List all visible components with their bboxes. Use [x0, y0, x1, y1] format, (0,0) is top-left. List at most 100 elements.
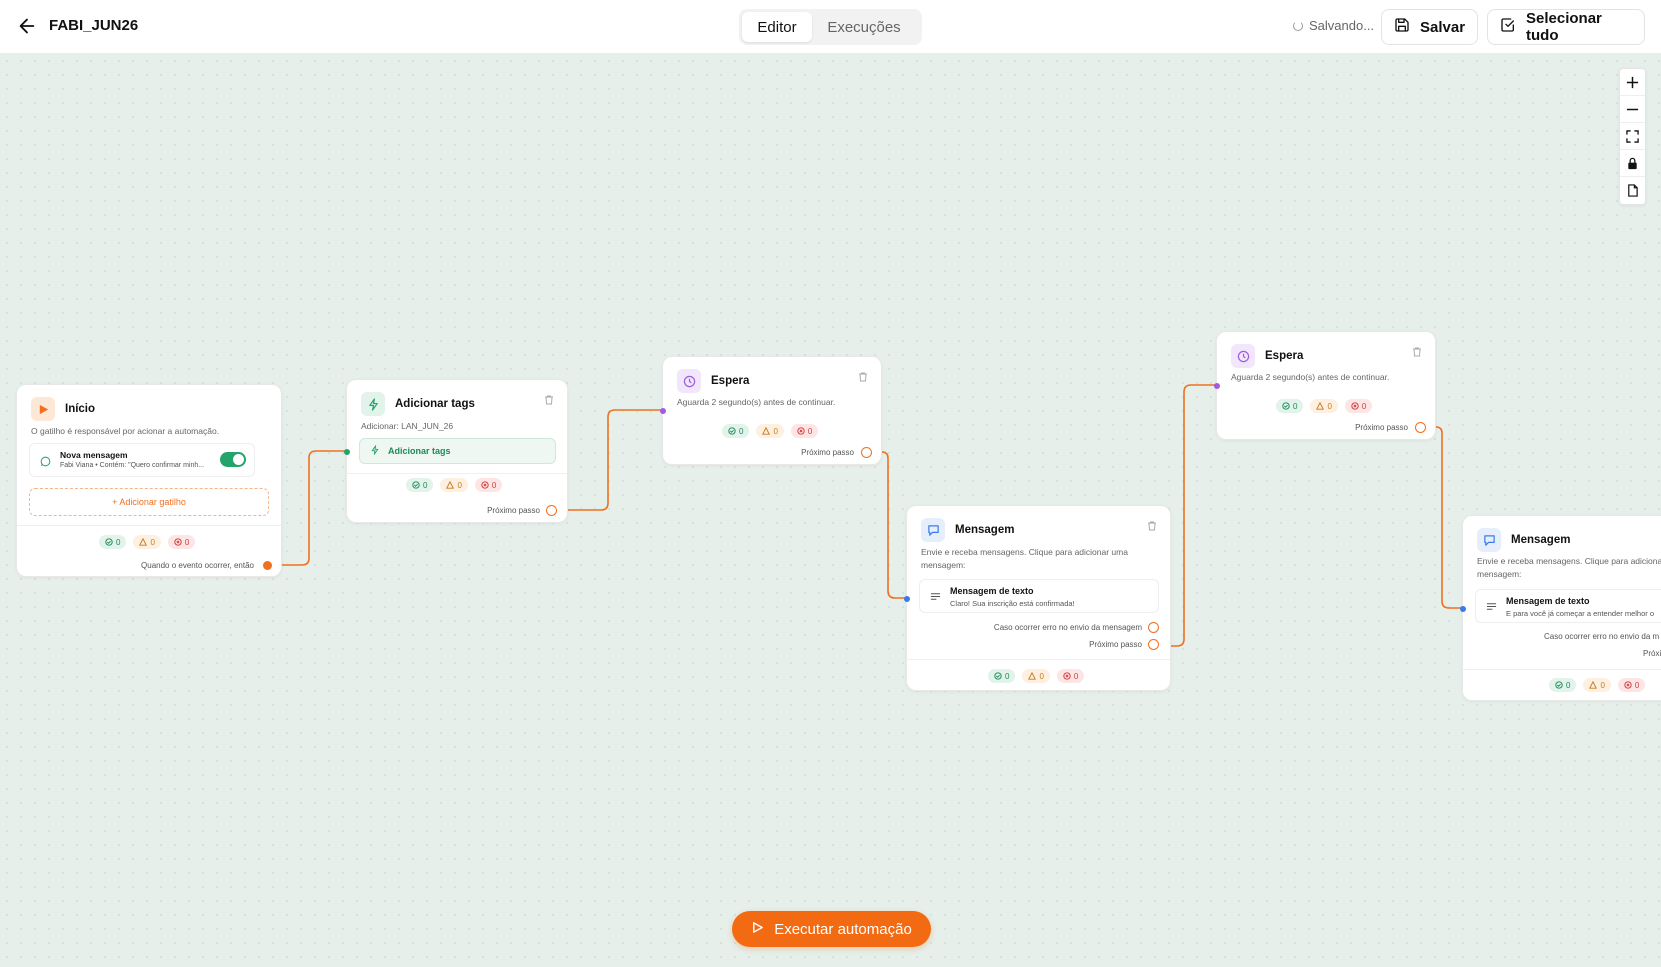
trash-icon[interactable] — [543, 393, 555, 405]
zoom-in-icon[interactable] — [1620, 69, 1645, 96]
divider — [1463, 669, 1661, 670]
input-handle[interactable] — [344, 449, 350, 455]
node-wait-header: Espera — [677, 369, 749, 393]
node-description: Aguarda 2 segundo(s) antes de continuar. — [1231, 372, 1390, 382]
node-message-header: Mensagem — [921, 518, 1014, 542]
next-step-label: Próximo passo — [487, 506, 540, 515]
output-handle[interactable] — [263, 561, 272, 570]
node-description: O gatilho é responsável por acionar a au… — [31, 426, 220, 436]
error-stat: 0 — [1617, 678, 1646, 692]
node-description: Aguarda 2 segundo(s) antes de continuar. — [677, 397, 836, 407]
back-arrow-icon[interactable] — [16, 15, 38, 37]
trigger-item[interactable]: Nova mensagem Fabi Viana • Contém: "Quer… — [29, 443, 255, 477]
node-wait-header: Espera — [1231, 344, 1303, 368]
node-tags-header: Adicionar tags — [361, 392, 475, 416]
node-stats: 0 0 0 — [99, 535, 196, 549]
tab-editor[interactable]: Editor — [742, 12, 812, 42]
clock-icon — [677, 369, 701, 393]
node-wait-2[interactable]: Espera Aguarda 2 segundo(s) antes de con… — [1214, 331, 1436, 440]
node-title: Mensagem — [1511, 534, 1571, 546]
view-tabs: Editor Execuções — [739, 9, 922, 45]
trash-icon[interactable] — [857, 370, 869, 382]
tab-executions[interactable]: Execuções — [812, 12, 916, 42]
warning-stat: 0 — [1310, 399, 1338, 413]
output-handle[interactable] — [1148, 639, 1159, 650]
zoom-controls — [1619, 68, 1646, 205]
zoom-out-icon[interactable] — [1620, 96, 1645, 123]
next-step-label: Próximo passo — [1089, 640, 1142, 649]
fit-view-icon[interactable] — [1620, 123, 1645, 150]
node-description: Adicionar: LAN_JUN_26 — [361, 421, 454, 431]
node-stats: 0 0 0 — [988, 669, 1085, 683]
text-lines-icon — [1486, 603, 1497, 610]
trigger-title: Nova mensagem — [60, 450, 128, 460]
next-step-label: Quando o evento ocorrer, então — [141, 561, 254, 570]
run-automation-button[interactable]: Executar automação — [732, 911, 931, 947]
node-title: Mensagem — [955, 524, 1015, 536]
add-trigger-button[interactable]: + Adicionar gatilho — [29, 488, 269, 516]
node-message-1[interactable]: Mensagem Envie e receba mensagens. Cliqu… — [904, 505, 1171, 691]
node-description-cont: mensagem: — [921, 560, 966, 570]
select-all-button[interactable]: Selecionar tudo — [1487, 9, 1645, 45]
save-button-label: Salvar — [1420, 18, 1466, 36]
node-stats: 0 0 0 — [722, 424, 819, 438]
input-handle[interactable] — [904, 596, 910, 602]
error-output-handle[interactable] — [1148, 622, 1159, 633]
message-item-preview: E para você já começar a entender melhor… — [1506, 609, 1654, 618]
automation-title: FABI_JUN26 — [49, 17, 139, 34]
node-description: Envie e receba mensagens. Clique para ad… — [1477, 556, 1661, 566]
input-handle[interactable] — [660, 408, 666, 414]
message-item[interactable]: Mensagem de texto E para você já começar… — [1475, 589, 1661, 623]
success-stat: 0 — [1549, 678, 1577, 692]
output-handle[interactable] — [861, 447, 872, 458]
success-stat: 0 — [406, 478, 434, 492]
success-stat: 0 — [99, 535, 127, 549]
trigger-subtitle: Fabi Viana • Contém: "Quero confirmar mi… — [60, 462, 205, 469]
saving-status-text: Salvando... — [1309, 18, 1375, 33]
flow-canvas[interactable]: Início O gatilho é responsável por acion… — [0, 54, 1661, 967]
node-wait-1[interactable]: Espera Aguarda 2 segundo(s) antes de con… — [660, 356, 882, 465]
save-button[interactable]: Salvar — [1381, 9, 1478, 45]
run-automation-label: Executar automação — [774, 920, 912, 938]
loading-spinner-icon — [1293, 20, 1303, 31]
error-branch-label: Caso ocorrer erro no envio da m — [1544, 632, 1660, 641]
node-message-2[interactable]: Mensagem Envie e receba mensagens. Cliqu… — [1460, 515, 1661, 701]
node-start-header: Início — [31, 397, 95, 421]
input-handle[interactable] — [1214, 383, 1220, 389]
error-stat: 0 — [474, 478, 503, 492]
trash-icon[interactable] — [1411, 345, 1423, 357]
node-stats: 0 0 0 — [1276, 399, 1373, 413]
add-tags-action[interactable]: Adicionar tags — [359, 438, 556, 464]
output-handle[interactable] — [1415, 422, 1426, 433]
warning-stat: 0 — [1583, 678, 1611, 692]
node-title: Adicionar tags — [395, 398, 475, 410]
node-title: Espera — [711, 375, 750, 387]
trash-icon[interactable] — [1146, 519, 1158, 531]
message-item-title: Mensagem de texto — [1506, 596, 1590, 606]
edge-start-to-tags — [277, 450, 348, 566]
success-stat: 0 — [988, 669, 1016, 683]
play-icon — [31, 397, 55, 421]
divider — [347, 473, 567, 474]
saving-status: Salvando... — [1293, 18, 1374, 33]
node-start[interactable]: Início O gatilho é responsável por acion… — [16, 384, 282, 577]
lock-icon[interactable] — [1620, 150, 1645, 177]
message-item[interactable]: Mensagem de texto Claro! Sua inscrição e… — [919, 579, 1159, 613]
success-stat: 0 — [722, 424, 750, 438]
node-add-tags[interactable]: Adicionar tags Adicionar: LAN_JUN_26 Adi… — [344, 379, 568, 523]
success-stat: 0 — [1276, 399, 1304, 413]
chat-bubble-icon — [921, 518, 945, 542]
edge-wait2-to-msg2 — [1430, 426, 1463, 609]
warning-stat: 0 — [133, 535, 161, 549]
next-step-label: Próximo passo — [1355, 423, 1408, 432]
node-description: Envie e receba mensagens. Clique para ad… — [921, 547, 1128, 557]
lightning-icon — [370, 445, 380, 457]
output-handle[interactable] — [546, 505, 557, 516]
chat-bubble-icon — [1477, 528, 1501, 552]
input-handle[interactable] — [1460, 606, 1466, 612]
whatsapp-icon — [40, 454, 51, 472]
node-title: Espera — [1265, 350, 1304, 362]
trigger-toggle[interactable] — [220, 452, 246, 467]
minimap-icon[interactable] — [1620, 177, 1645, 204]
edge-tags-to-wait1 — [568, 409, 664, 511]
